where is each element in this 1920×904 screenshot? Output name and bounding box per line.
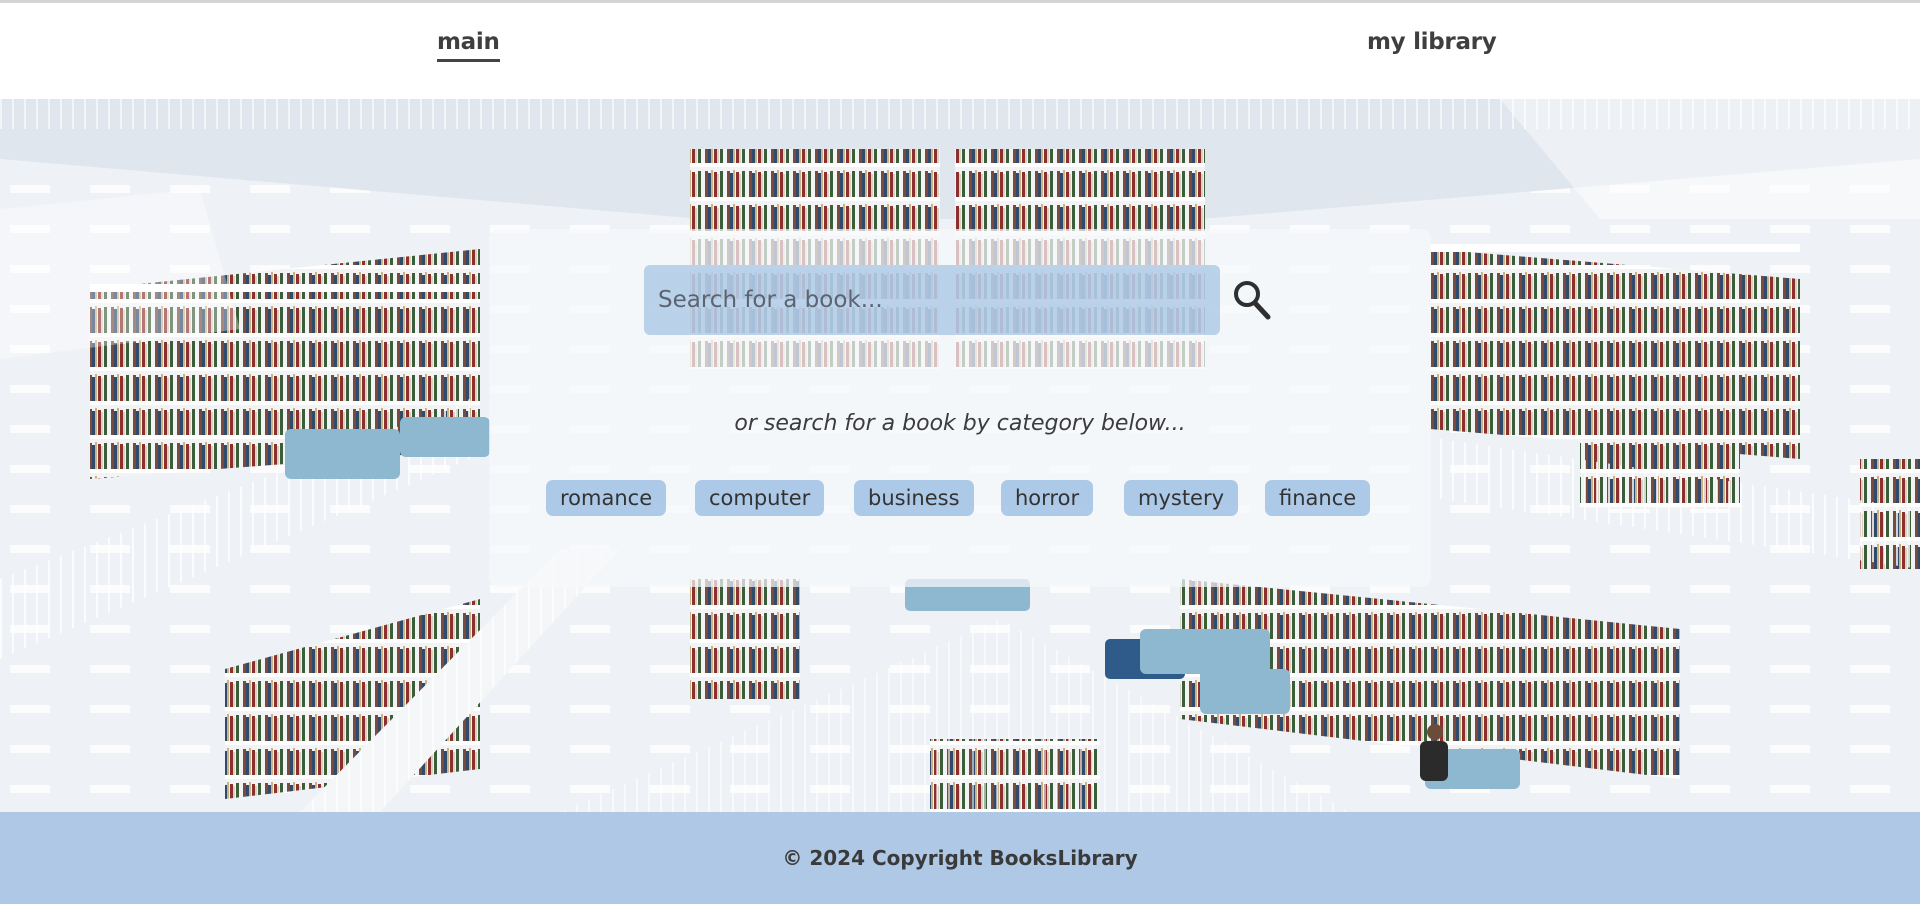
category-computer-button[interactable]: computer [695, 480, 825, 516]
nav-my-library-link[interactable]: my library [1367, 29, 1497, 55]
search-icon [1234, 281, 1271, 320]
footer-copyright: © 2024 Copyright BooksLibrary [782, 846, 1138, 870]
category-finance-button[interactable]: finance [1265, 480, 1371, 516]
category-hint-text: or search for a book by category below..… [734, 411, 1186, 436]
category-business-button[interactable]: business [854, 480, 974, 516]
search-button[interactable] [1232, 279, 1272, 321]
category-horror-button[interactable]: horror [1001, 480, 1094, 516]
search-input[interactable] [644, 265, 1220, 335]
navbar: main my library [0, 3, 1920, 99]
nav-main-link[interactable]: main [437, 29, 500, 62]
category-mystery-button[interactable]: mystery [1124, 480, 1239, 516]
category-romance-button[interactable]: romance [546, 480, 667, 516]
